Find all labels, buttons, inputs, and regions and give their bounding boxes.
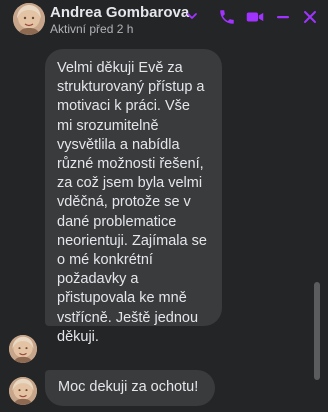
minimize-icon[interactable] — [275, 8, 291, 26]
contact-avatar[interactable] — [13, 3, 45, 35]
video-icon[interactable] — [245, 8, 265, 26]
chat-header: Andrea Gombarova Aktivní před 2 h — [0, 0, 328, 40]
contact-name[interactable]: Andrea Gombarova — [50, 4, 189, 21]
avatar-photo-icon — [9, 377, 37, 405]
scrollbar-thumb[interactable] — [314, 282, 320, 380]
message-bubble[interactable]: Velmi děkuji Evě za strukturovaný přístu… — [45, 49, 222, 345]
chevron-down-icon[interactable] — [186, 10, 198, 22]
avatar-photo-icon — [13, 3, 45, 35]
message-list[interactable]: Velmi děkuji Evě za strukturovaný přístu… — [0, 40, 328, 412]
sender-avatar[interactable] — [9, 377, 37, 405]
message-text: Moc dekuji za ochotu! — [58, 379, 199, 395]
close-icon[interactable] — [301, 8, 319, 26]
contact-status: Aktivní před 2 h — [50, 22, 134, 36]
message-bubble[interactable]: Moc dekuji za ochotu! — [45, 370, 215, 406]
avatar-photo-icon — [9, 335, 37, 363]
phone-icon[interactable] — [218, 8, 236, 26]
message-text: Velmi děkuji Evě za strukturovaný přístu… — [57, 60, 207, 345]
sender-avatar[interactable] — [9, 335, 37, 363]
